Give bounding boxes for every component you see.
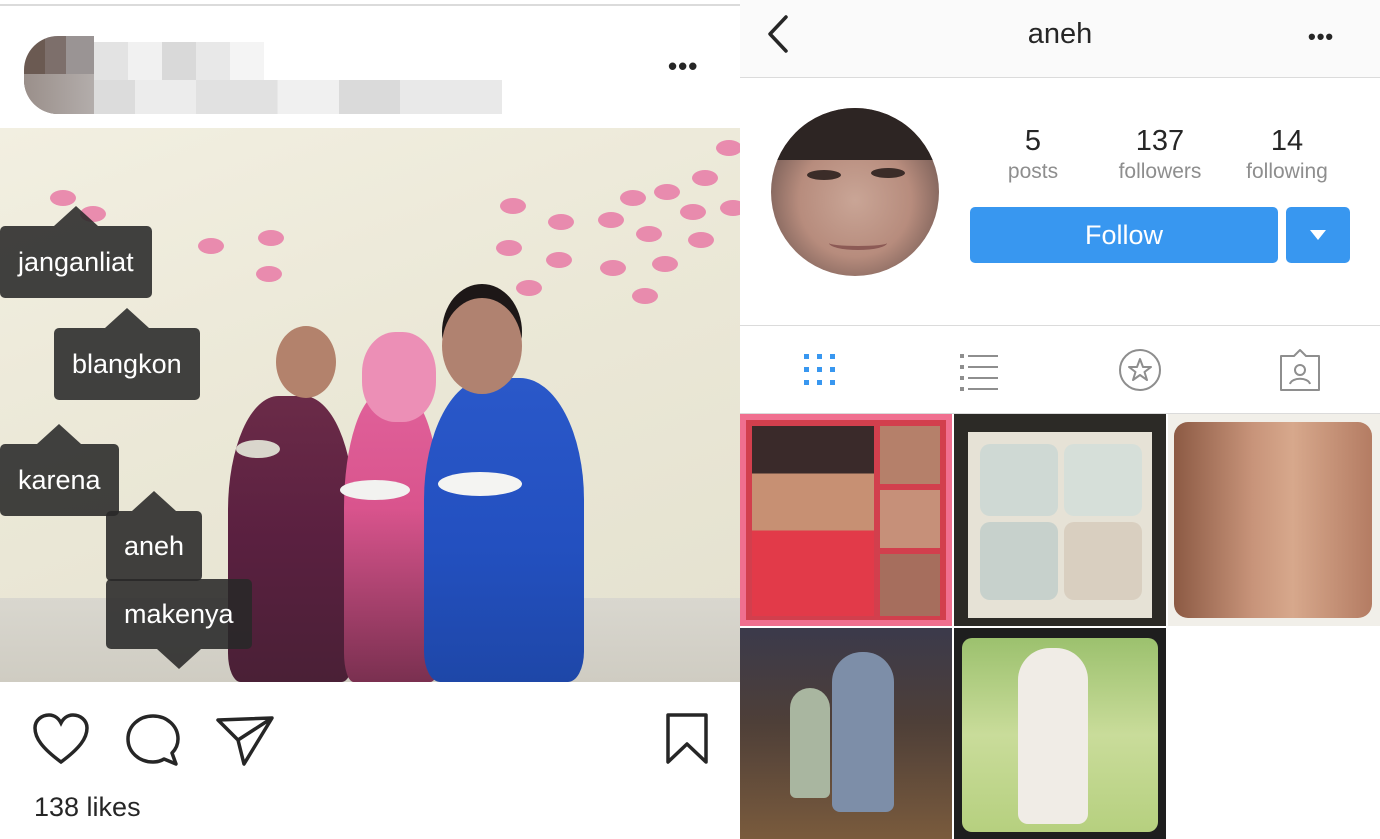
blurred-avatar[interactable] [24,36,94,114]
avatar-eye [807,170,841,180]
photo-person [832,652,894,812]
photo-child [1018,648,1088,824]
grid-view-icon[interactable] [796,346,844,394]
profile-tabs [740,325,1380,414]
photo-tag[interactable]: karena [0,424,119,516]
grid-photo[interactable] [954,628,1166,839]
comment-icon[interactable] [124,712,182,768]
plate [340,480,410,500]
wall-decoration [716,140,740,156]
nav-bar: aneh ••• [740,0,1380,78]
blurred-username[interactable] [94,42,264,80]
dropdown-caret-icon[interactable] [1286,207,1350,263]
wall-decoration [546,252,572,268]
grid-photo[interactable] [954,414,1166,626]
blurred-location [94,80,502,114]
stat-number: 14 [1270,125,1304,157]
photo-faces [1174,422,1372,618]
photo-tag[interactable]: janganliat [0,206,152,298]
wall-decoration [598,212,624,228]
photo-tag[interactable]: blangkon [54,308,200,400]
post-photo[interactable]: janganliat blangkon karena aneh makenya [0,128,740,682]
stat-following[interactable]: 14 following [1227,124,1347,186]
likes-count[interactable]: 138 likes [34,792,141,823]
more-dots-icon[interactable]: ••• [1308,24,1334,50]
wall-decoration [620,190,646,206]
wall-decoration [654,184,680,200]
follow-button[interactable]: Follow [970,207,1278,263]
grid-photo[interactable] [740,628,952,839]
profile-avatar[interactable] [771,108,939,276]
post-actions: 138 likes [0,682,740,839]
stat-number: 5 [1024,125,1042,157]
screenshot-root: ••• janganliat blangkon karena aneh make… [0,0,1380,839]
post-header: ••• [0,6,740,128]
wall-decoration [632,288,658,304]
photo-collage-thumb [880,426,940,484]
more-dots-icon[interactable]: ••• [668,53,698,79]
wall-decoration [688,232,714,248]
stat-posts[interactable]: 5 posts [973,124,1093,186]
tagged-user-icon[interactable] [1276,346,1324,394]
photo-collage-thumb [880,490,940,548]
wall-decoration [198,238,224,254]
photo-frame [980,444,1058,516]
person-right [424,378,584,682]
bookmark-icon[interactable] [664,712,710,766]
avatar-mouth [829,236,887,250]
grid-photo[interactable] [740,414,952,626]
wall-decoration [680,204,706,220]
wall-decoration [720,200,740,216]
share-icon[interactable] [214,712,276,768]
photo-frame [980,522,1058,600]
wall-decoration [256,266,282,282]
wall-decoration [500,198,526,214]
stat-label: posts [1007,160,1059,183]
star-icon[interactable] [1116,346,1164,394]
avatar-hair [771,108,939,160]
photo-collage-main [752,426,874,616]
wall-decoration [50,190,76,206]
stat-label: followers [1118,160,1202,183]
list-view-icon[interactable] [954,346,1002,394]
person-left-head [276,326,336,398]
person-right-head [442,298,522,394]
post-view: ••• janganliat blangkon karena aneh make… [0,0,740,839]
avatar-eye [871,168,905,178]
photo-child [790,688,830,798]
person-middle-head [362,332,436,422]
photo-frame [1064,522,1142,600]
wall-decoration [496,240,522,256]
stat-label: following [1246,160,1328,183]
wall-decoration [516,280,542,296]
photo-frame [1064,444,1142,516]
wall-decoration [258,230,284,246]
photo-tag[interactable]: aneh [106,491,203,581]
photo-collage-thumb [880,554,940,616]
wall-decoration [600,260,626,276]
wall-decoration [636,226,662,242]
profile-username: aneh [1027,18,1093,50]
profile-view: aneh ••• 5 posts 137 followers 14 follow… [740,0,1380,839]
photo-tag[interactable]: makenya [106,579,252,669]
wall-decoration [652,256,678,272]
stat-followers[interactable]: 137 followers [1100,124,1220,186]
wall-decoration [692,170,718,186]
grid-photo[interactable] [1168,414,1380,626]
wall-decoration [548,214,574,230]
stat-number: 137 [1135,125,1185,157]
plate [438,472,522,496]
bowl [236,440,280,458]
heart-icon[interactable] [32,712,90,766]
